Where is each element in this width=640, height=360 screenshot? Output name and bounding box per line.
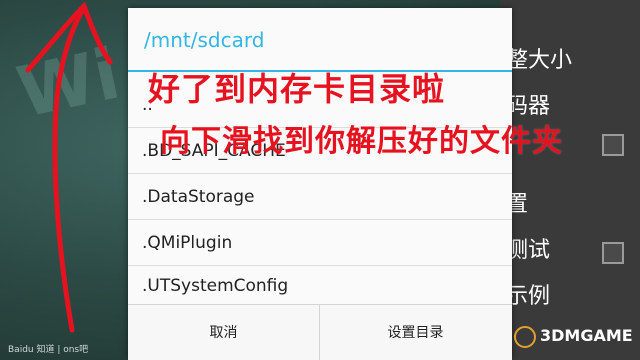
annotation-text-line2: 向下滑找到你解压好的文件夹 bbox=[160, 124, 563, 159]
3dm-logo-icon bbox=[514, 326, 536, 348]
arrow-shaft bbox=[52, 5, 87, 333]
annotation-arrow bbox=[25, 1, 113, 333]
watermark-left: Baidu 知道 | ons吧 bbox=[8, 345, 89, 355]
annotation-text-line1: 好了到内存卡目录啦 bbox=[148, 70, 446, 108]
watermark-right: 3DMGAME bbox=[540, 326, 633, 345]
